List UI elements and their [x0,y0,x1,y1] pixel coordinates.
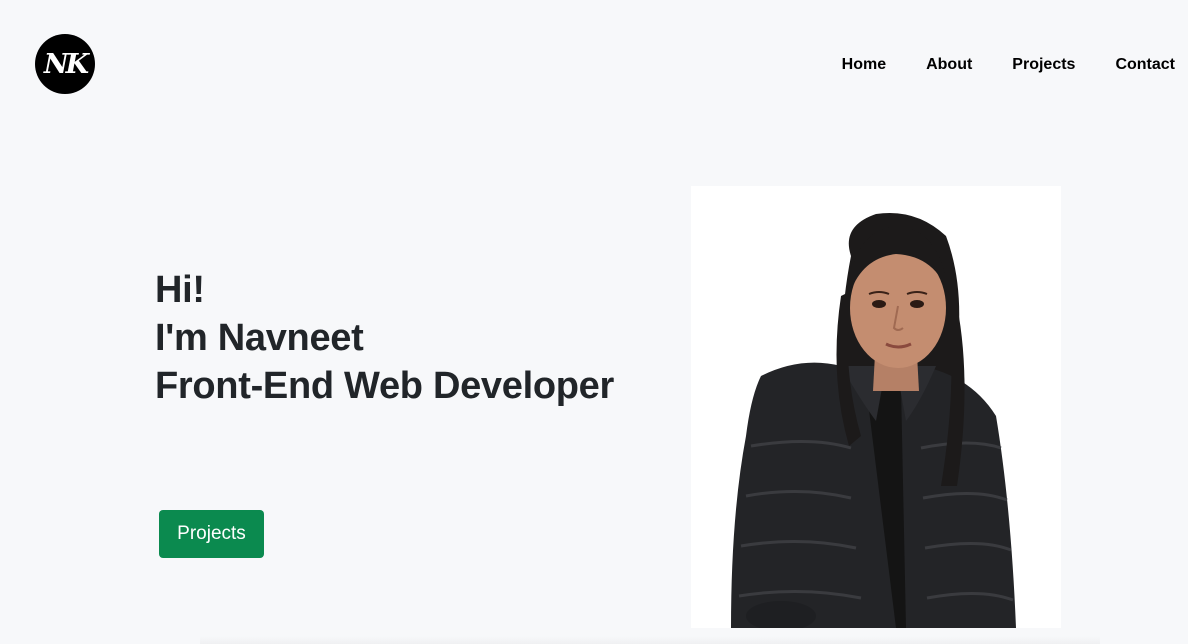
hero-greeting: Hi! [155,269,205,311]
hero-heading: Hi! I'm Navneet Front-End Web Developer [155,266,614,410]
hero-role: Front-End Web Developer [155,365,614,407]
nav-links: Home About Projects Contact [842,56,1175,74]
logo-text: NK [43,48,89,80]
navbar: NK Home About Projects Contact [0,0,1188,130]
nav-link-projects[interactable]: Projects [1012,56,1075,74]
nav-link-about[interactable]: About [926,56,972,74]
projects-button[interactable]: Projects [159,510,264,558]
profile-photo [691,186,1061,628]
logo[interactable]: NK [35,34,95,94]
hero-name: I'm Navneet [155,317,364,359]
section-divider [200,636,1100,644]
nav-item-projects: Projects [1012,56,1075,74]
nav-item-about: About [926,56,972,74]
nav-item-home: Home [842,56,886,74]
nav-link-contact[interactable]: Contact [1115,56,1175,74]
nav-link-home[interactable]: Home [842,56,886,74]
nav-item-contact: Contact [1115,56,1175,74]
hero-section: Hi! I'm Navneet Front-End Web Developer [155,266,614,410]
profile-photo-illustration [731,212,1016,628]
